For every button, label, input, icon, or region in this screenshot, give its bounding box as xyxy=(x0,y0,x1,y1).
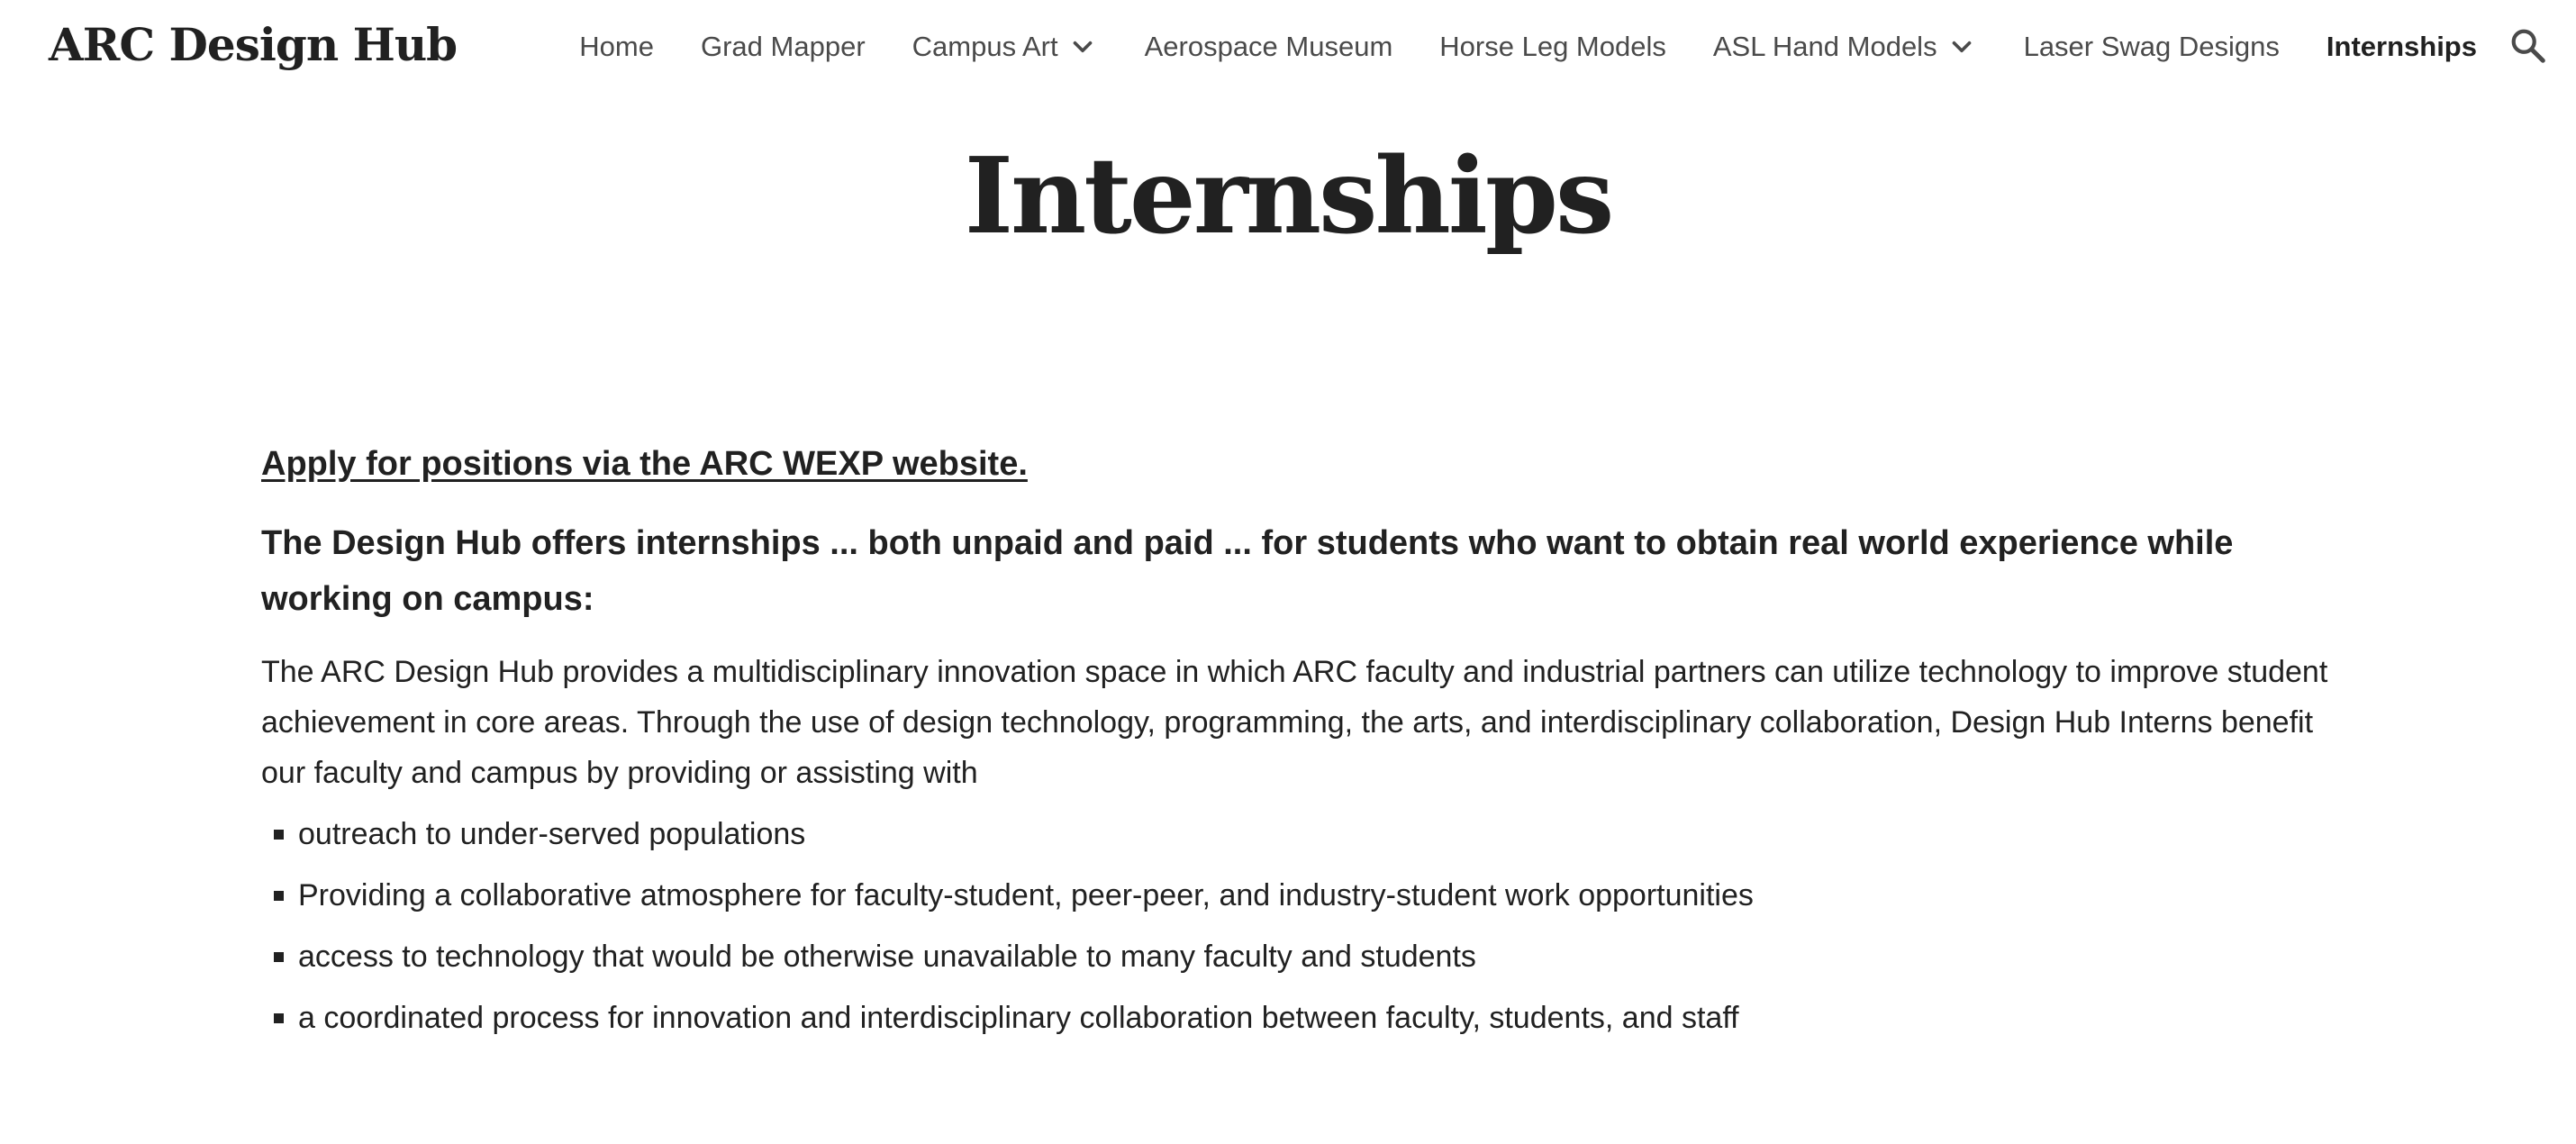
list-item: access to technology that would be other… xyxy=(261,931,2333,982)
body-paragraph: The ARC Design Hub provides a multidisci… xyxy=(261,655,2328,790)
nav-campus-art-label: Campus Art xyxy=(912,31,1058,62)
list-item: a coordinated process for innovation and… xyxy=(261,993,2333,1043)
chevron-down-icon[interactable] xyxy=(1067,32,1098,62)
nav-grad-mapper[interactable]: Grad Mapper xyxy=(701,31,866,63)
page-title: Internships xyxy=(964,135,1615,258)
nav-asl-hand-models[interactable]: ASL Hand Models xyxy=(1713,31,1977,63)
nav-asl-hand-models-label: ASL Hand Models xyxy=(1712,31,1937,62)
list-item-text: a coordinated process for innovation and… xyxy=(298,1001,1739,1035)
main-content: Apply for positions via the ARC WEXP web… xyxy=(261,436,2333,1054)
nav-home[interactable]: Home xyxy=(579,31,654,63)
nav-laser-swag-designs[interactable]: Laser Swag Designs xyxy=(2024,31,2280,63)
list-item: Providing a collaborative atmosphere for… xyxy=(261,870,2333,921)
nav-horse-leg-models-label: Horse Leg Models xyxy=(1439,31,1666,62)
nav-laser-swag-designs-label: Laser Swag Designs xyxy=(2023,31,2280,62)
list-item-text: outreach to under-served populations xyxy=(298,817,806,851)
nav-horse-leg-models[interactable]: Horse Leg Models xyxy=(1439,31,1666,63)
nav-grad-mapper-label: Grad Mapper xyxy=(701,31,866,62)
nav-aerospace-museum[interactable]: Aerospace Museum xyxy=(1145,31,1393,63)
search-icon xyxy=(2508,25,2549,67)
bullet-square-icon xyxy=(274,890,284,901)
chevron-down-icon[interactable] xyxy=(1946,32,1977,62)
apply-link[interactable]: Apply for positions via the ARC WEXP web… xyxy=(261,436,1028,492)
nav-campus-art[interactable]: Campus Art xyxy=(912,31,1098,63)
nav-home-label: Home xyxy=(579,31,654,62)
list-item-text: access to technology that would be other… xyxy=(298,940,1476,974)
nav-internships-label: Internships xyxy=(2326,31,2477,62)
bullet-square-icon xyxy=(274,829,284,840)
nav-internships[interactable]: Internships xyxy=(2327,31,2477,63)
bullet-square-icon xyxy=(274,1012,284,1023)
benefits-list: outreach to under-served populations Pro… xyxy=(261,809,2333,1043)
search-button[interactable] xyxy=(2508,25,2549,67)
bullet-square-icon xyxy=(274,951,284,962)
list-item-text: Providing a collaborative atmosphere for… xyxy=(298,878,1754,912)
list-item: outreach to under-served populations xyxy=(261,809,2333,859)
lead-paragraph: The Design Hub offers internships ... bo… xyxy=(261,524,2234,618)
site-header: ARC Design Hub Home Grad Mapper Campus A… xyxy=(0,0,2576,94)
main-nav: Home Grad Mapper Campus Art Aerospace Mu… xyxy=(579,0,2477,94)
site-title[interactable]: ARC Design Hub xyxy=(49,18,458,71)
nav-aerospace-museum-label: Aerospace Museum xyxy=(1144,31,1393,62)
